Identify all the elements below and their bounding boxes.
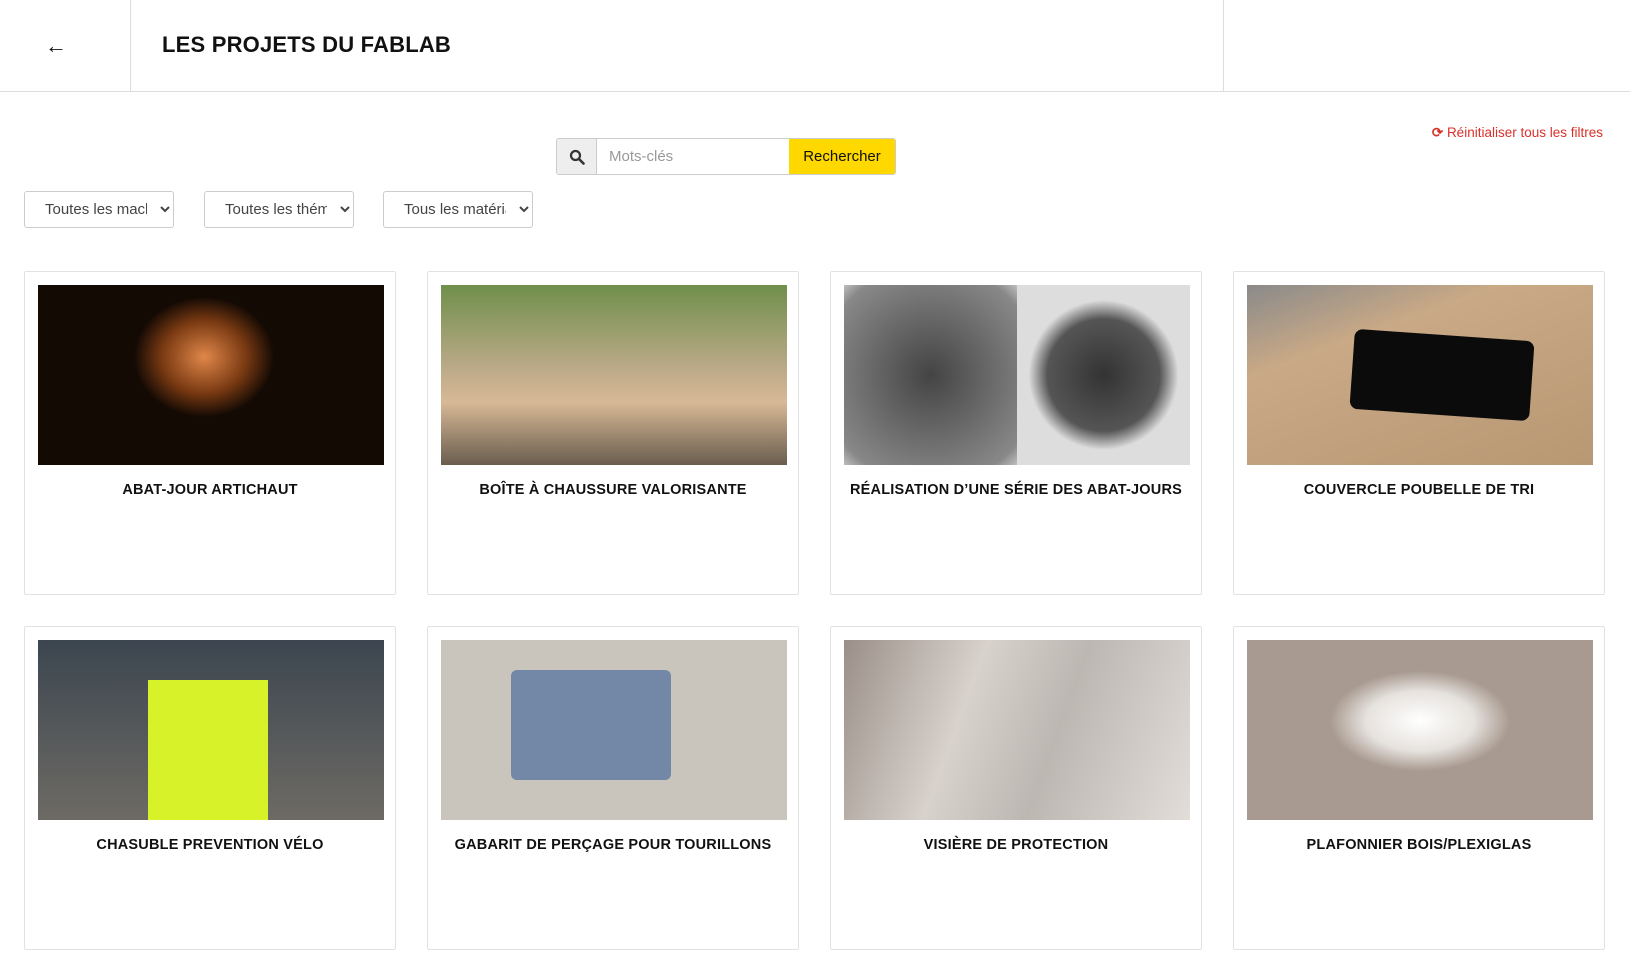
page-title: LES PROJETS DU FABLAB	[162, 32, 452, 57]
project-title: COUVERCLE POUBELLE DE TRI	[1303, 482, 1535, 498]
header-divider	[1223, 0, 1224, 92]
search-bar: Rechercher	[556, 138, 896, 175]
project-image-part	[1017, 285, 1190, 465]
project-image-part	[1349, 328, 1535, 422]
reset-filters-label: Réinitialiser tous les filtres	[1446, 125, 1603, 140]
project-image	[441, 640, 787, 820]
machine-filter-select[interactable]: Toutes les machines	[24, 191, 174, 228]
project-card[interactable]: ABAT-JOUR ARTICHAUT	[24, 271, 396, 595]
project-title: GABARIT DE PERÇAGE POUR TOURILLONS	[454, 837, 772, 853]
project-image	[1247, 285, 1593, 465]
project-card[interactable]: CHASUBLE PREVENTION VÉLO	[24, 626, 396, 950]
project-image	[38, 285, 384, 465]
project-image	[441, 285, 787, 465]
project-card[interactable]: GABARIT DE PERÇAGE POUR TOURILLONS	[427, 626, 799, 950]
project-card[interactable]: VISIÈRE DE PROTECTION	[830, 626, 1202, 950]
search-button[interactable]: Rechercher	[789, 139, 895, 174]
project-title: BOÎTE À CHAUSSURE VALORISANTE	[479, 482, 747, 498]
project-card[interactable]: BOÎTE À CHAUSSURE VALORISANTE	[427, 271, 799, 595]
project-image-part	[511, 670, 671, 780]
project-image	[38, 640, 384, 820]
refresh-icon: ⟳	[1431, 125, 1444, 140]
project-image	[844, 640, 1190, 820]
theme-filter-select[interactable]: Toutes les thématiques	[204, 191, 354, 228]
search-input[interactable]	[597, 139, 789, 174]
project-title: PLAFONNIER BOIS/PLEXIGLAS	[1306, 837, 1532, 853]
arrow-left-icon: ←	[45, 33, 67, 58]
project-title: ABAT-JOUR ARTICHAUT	[122, 482, 298, 498]
project-image	[1247, 640, 1593, 820]
project-card[interactable]: PLAFONNIER BOIS/PLEXIGLAS	[1233, 626, 1605, 950]
project-card[interactable]: COUVERCLE POUBELLE DE TRI	[1233, 271, 1605, 595]
project-title: RÉALISATION D’UNE SÉRIE DES ABAT-JOURS	[849, 482, 1182, 498]
project-title: VISIÈRE DE PROTECTION	[923, 837, 1109, 853]
reset-filters-link[interactable]: ⟳ Réinitialiser tous les filtres	[1432, 125, 1603, 141]
back-button[interactable]: ←	[0, 0, 131, 92]
project-card[interactable]: RÉALISATION D’UNE SÉRIE DES ABAT-JOURS	[830, 271, 1202, 595]
material-filter-select[interactable]: Tous les matériaux	[383, 191, 533, 228]
project-image-part	[148, 680, 268, 820]
header: ← LES PROJETS DU FABLAB	[0, 0, 1630, 92]
project-image	[844, 285, 1190, 465]
search-icon	[557, 139, 597, 174]
project-title: CHASUBLE PREVENTION VÉLO	[96, 837, 324, 853]
